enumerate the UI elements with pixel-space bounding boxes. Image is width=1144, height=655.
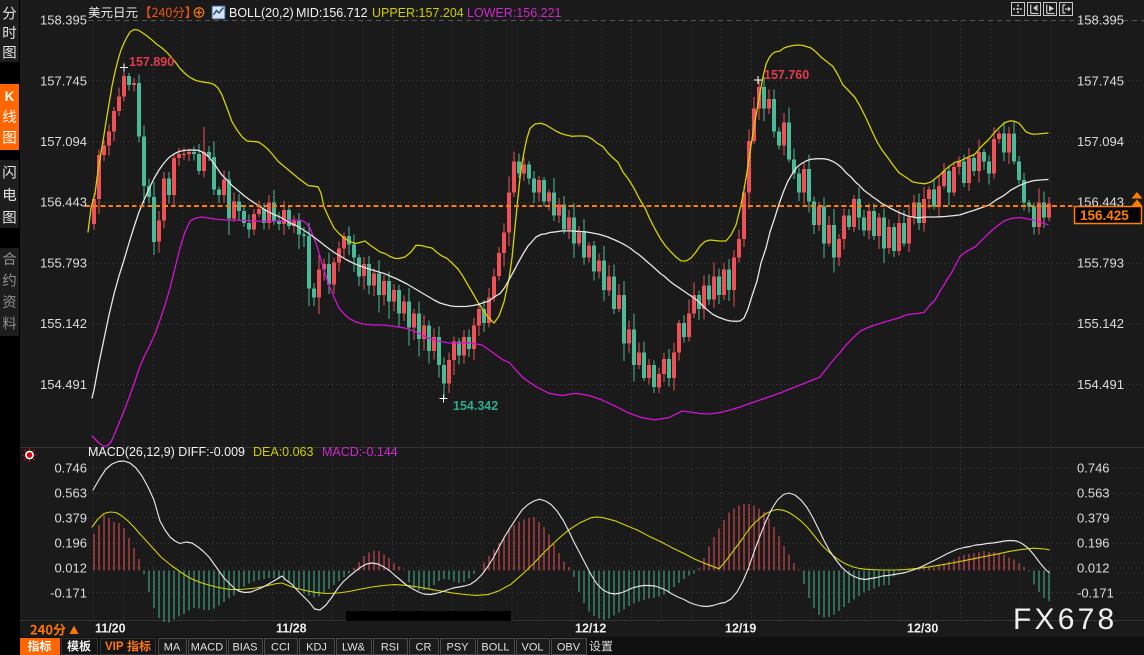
svg-text:-0.171: -0.171 bbox=[50, 586, 87, 601]
svg-text:155.793: 155.793 bbox=[1077, 255, 1124, 270]
svg-text:MACD: MACD bbox=[191, 642, 223, 654]
svg-text:0.746: 0.746 bbox=[54, 461, 87, 476]
svg-text:FX678: FX678 bbox=[1013, 603, 1117, 636]
svg-text:154.491: 154.491 bbox=[40, 377, 87, 392]
svg-text:LOWER:156.221: LOWER:156.221 bbox=[467, 6, 562, 20]
svg-text:PSY: PSY bbox=[446, 642, 469, 654]
svg-text:0.563: 0.563 bbox=[54, 486, 87, 501]
svg-text:12/12: 12/12 bbox=[575, 622, 606, 636]
svg-text:VIP: VIP bbox=[105, 641, 124, 653]
svg-text:154.342: 154.342 bbox=[453, 399, 498, 413]
svg-text:154.491: 154.491 bbox=[1077, 377, 1124, 392]
svg-text:157.890: 157.890 bbox=[129, 55, 174, 69]
svg-text:0.012: 0.012 bbox=[1077, 561, 1110, 576]
svg-text:CR: CR bbox=[416, 642, 432, 654]
svg-text:DEA:0.063: DEA:0.063 bbox=[253, 445, 314, 459]
svg-text:UPPER:157.204: UPPER:157.204 bbox=[372, 6, 464, 20]
svg-text:157.094: 157.094 bbox=[40, 134, 87, 149]
svg-text:158.395: 158.395 bbox=[40, 13, 87, 28]
svg-text:0.196: 0.196 bbox=[54, 536, 87, 551]
svg-text:155.793: 155.793 bbox=[40, 255, 87, 270]
svg-text:0.746: 0.746 bbox=[1077, 461, 1110, 476]
svg-text:LW&: LW& bbox=[342, 642, 366, 654]
svg-text:157.094: 157.094 bbox=[1077, 134, 1124, 149]
svg-text:KDJ: KDJ bbox=[306, 642, 327, 654]
svg-text:RSI: RSI bbox=[381, 642, 399, 654]
svg-text:CCI: CCI bbox=[271, 642, 290, 654]
svg-text:156.425: 156.425 bbox=[1080, 208, 1129, 223]
svg-text:12/19: 12/19 bbox=[725, 622, 756, 636]
svg-text:BOLL: BOLL bbox=[481, 642, 509, 654]
svg-text:BOLL(20,2): BOLL(20,2) bbox=[229, 6, 294, 20]
svg-text:MACD:-0.144: MACD:-0.144 bbox=[322, 445, 398, 459]
svg-text:MA: MA bbox=[164, 642, 181, 654]
svg-text:158.395: 158.395 bbox=[1077, 13, 1124, 28]
svg-text:MACD(26,12,9) DIFF:-0.009: MACD(26,12,9) DIFF:-0.009 bbox=[88, 445, 245, 459]
svg-text:12/30: 12/30 bbox=[907, 622, 938, 636]
svg-text:-0.171: -0.171 bbox=[1077, 586, 1114, 601]
svg-text:11/28: 11/28 bbox=[276, 622, 307, 636]
svg-text:0.379: 0.379 bbox=[1077, 511, 1110, 526]
svg-text:0.563: 0.563 bbox=[1077, 486, 1110, 501]
svg-text:0.012: 0.012 bbox=[54, 561, 87, 576]
svg-text:VOL: VOL bbox=[521, 642, 543, 654]
svg-text:K: K bbox=[5, 89, 15, 104]
svg-text:155.142: 155.142 bbox=[40, 316, 87, 331]
svg-text:155.142: 155.142 bbox=[1077, 316, 1124, 331]
svg-text:156.443: 156.443 bbox=[40, 195, 87, 210]
svg-text:0.379: 0.379 bbox=[54, 511, 87, 526]
svg-text:BIAS: BIAS bbox=[232, 642, 257, 654]
svg-text:157.745: 157.745 bbox=[40, 73, 87, 88]
svg-text:11/20: 11/20 bbox=[95, 622, 126, 636]
svg-text:157.745: 157.745 bbox=[1077, 73, 1124, 88]
svg-text:0.196: 0.196 bbox=[1077, 536, 1110, 551]
svg-text:OBV: OBV bbox=[557, 642, 581, 654]
svg-text:MID:156.712: MID:156.712 bbox=[296, 6, 368, 20]
svg-text:157.760: 157.760 bbox=[764, 68, 809, 82]
